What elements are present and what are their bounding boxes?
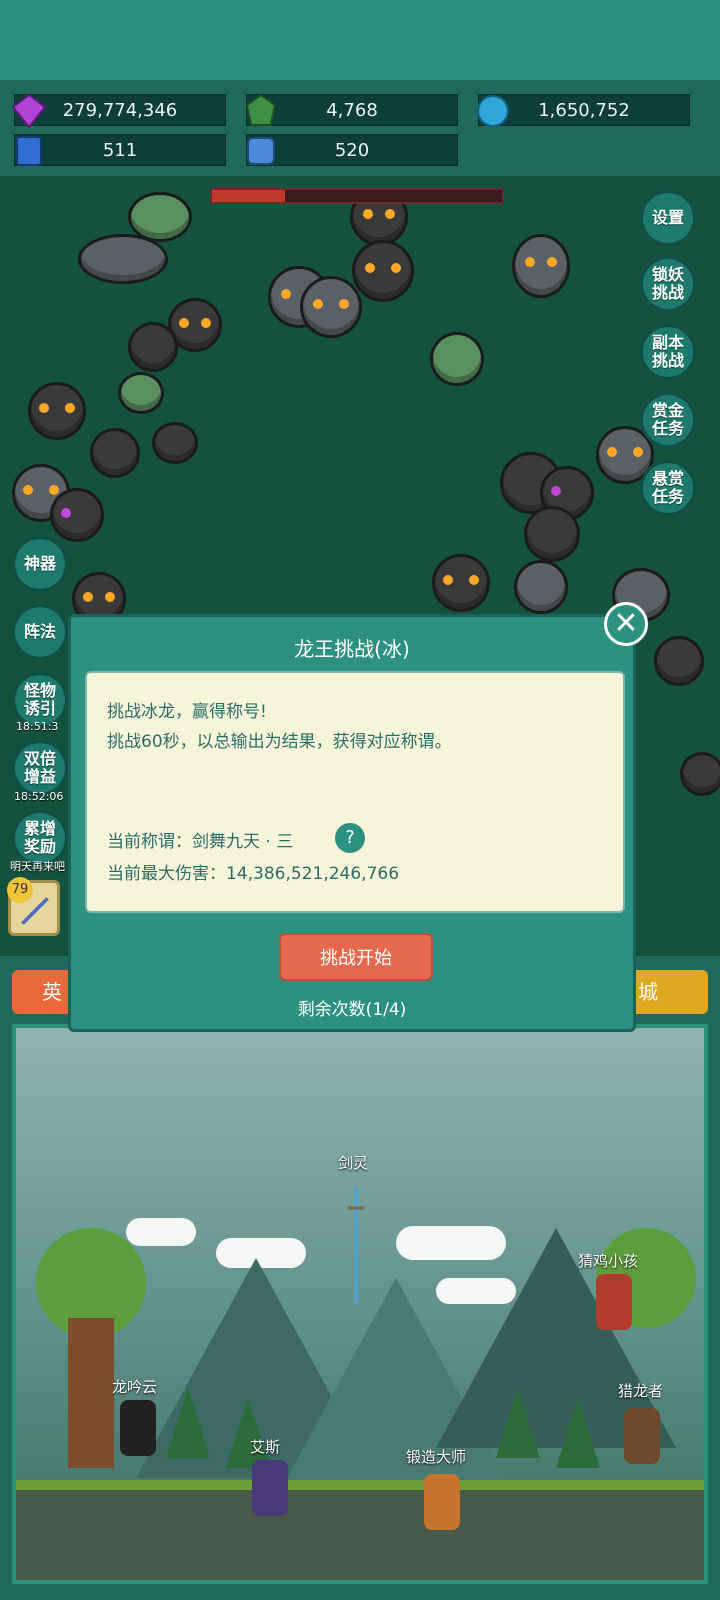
accum-reward-note: 明天再来吧 xyxy=(10,860,65,873)
resource-bar: 279,774,346 4,768 1,650,752 511 520 xyxy=(0,80,720,176)
challenge-description-2: 挑战60秒，以总输出为结果，获得对应称谓。 xyxy=(107,732,452,752)
formation-label: 阵法 xyxy=(23,622,56,641)
forge-master-character[interactable] xyxy=(424,1474,460,1530)
forge-master-name: 锻造大师 xyxy=(406,1448,467,1466)
hero-tab-label: 英 xyxy=(42,980,62,1004)
bounty-task-button[interactable]: 赏金 任务 xyxy=(640,392,696,448)
lock-demon-label: 锁妖 挑战 xyxy=(651,265,684,302)
enemy-sprite xyxy=(90,428,140,478)
purple-gem-value: 279,774,346 xyxy=(62,100,178,121)
enemy-sprite xyxy=(512,234,570,298)
settings-button[interactable]: 设置 xyxy=(640,190,696,246)
pine-tree xyxy=(166,1388,210,1458)
dragon-cloud-character[interactable] xyxy=(120,1400,156,1456)
dragon-hunter-character[interactable] xyxy=(624,1408,660,1464)
pine-tree xyxy=(556,1398,600,1468)
artifact-label: 神器 xyxy=(23,554,56,573)
enemy-sprite xyxy=(524,506,580,562)
enemy-sprite xyxy=(118,372,164,414)
pine-tree xyxy=(496,1388,540,1458)
dragon-cloud-name: 龙吟云 xyxy=(112,1378,158,1396)
pine-tree xyxy=(226,1398,270,1468)
cloud xyxy=(126,1218,196,1246)
rune-stone-icon xyxy=(247,137,275,165)
ais-character[interactable] xyxy=(252,1460,288,1516)
blue-book-icon xyxy=(16,136,42,166)
dialog-content-panel: 挑战冰龙，赢得称号! 挑战60秒，以总输出为结果，获得对应称谓。 当前称谓：剑舞… xyxy=(85,671,625,913)
start-challenge-button[interactable]: 挑战开始 xyxy=(279,933,433,981)
blue-book-value: 511 xyxy=(102,140,138,161)
enemy-sprite xyxy=(300,276,362,338)
enemy-sprite xyxy=(50,488,104,542)
bounty-label: 赏金 任务 xyxy=(651,401,684,438)
purple-gem-icon xyxy=(11,93,47,129)
double-gain-label: 双倍 增益 xyxy=(23,749,56,786)
monster-lure-label: 怪物 诱引 xyxy=(23,681,56,718)
blue-orb-value: 1,650,752 xyxy=(538,100,630,121)
enemy-sprite xyxy=(654,636,704,686)
dungeon-challenge-button[interactable]: 副本 挑战 xyxy=(640,324,696,380)
ground xyxy=(16,1480,704,1580)
equipped-item-slot[interactable]: 79 xyxy=(7,877,60,936)
current-title: 当前称谓：剑舞九天 · 三 xyxy=(107,832,294,852)
close-icon[interactable]: ✕ xyxy=(604,602,648,646)
status-bar xyxy=(0,0,720,80)
boss-hp-bar xyxy=(210,188,504,204)
double-gain-button[interactable]: 双倍 增益 xyxy=(12,740,68,796)
blue-orb-counter: 1,650,752 xyxy=(477,94,690,127)
blue-book-counter: 511 xyxy=(14,134,226,166)
sword-icon xyxy=(21,897,49,925)
settings-label: 设置 xyxy=(651,208,684,227)
reward-task-button[interactable]: 悬赏 任务 xyxy=(640,460,696,516)
double-gain-timer: 18:52:06 xyxy=(14,790,64,803)
enemy-sprite xyxy=(152,422,198,464)
rune-stone-counter: 520 xyxy=(246,134,458,166)
enemy-sprite xyxy=(28,382,86,440)
artifact-button[interactable]: 神器 xyxy=(12,536,68,592)
enemy-sprite xyxy=(514,560,568,614)
challenge-description-1: 挑战冰龙，赢得称号! xyxy=(107,702,267,722)
dialog-title: 龙王挑战(冰) xyxy=(294,637,410,661)
dragon-king-challenge-dialog: 龙王挑战(冰) 挑战冰龙，赢得称号! 挑战60秒，以总输出为结果，获得对应称谓。… xyxy=(68,614,636,1032)
blue-orb-icon xyxy=(477,95,509,127)
big-tree-trunk xyxy=(68,1318,114,1468)
enemy-sprite xyxy=(432,554,490,612)
remaining-attempts: 剩余次数(1/4) xyxy=(297,1000,407,1020)
enemy-sprite xyxy=(78,234,168,284)
enemy-sprite xyxy=(680,752,720,796)
town-scene: 剑灵 猜鸡小孩 龙吟云 猎龙者 艾斯 锻造大师 xyxy=(12,1024,708,1584)
reward-task-label: 悬赏 任务 xyxy=(651,469,684,506)
sword-spirit-icon xyxy=(348,1188,364,1303)
chicken-boy-name: 猜鸡小孩 xyxy=(578,1252,639,1270)
enemy-sprite xyxy=(352,240,414,302)
green-crystal-value: 4,768 xyxy=(326,100,378,121)
help-icon[interactable]: ? xyxy=(335,823,365,853)
dragon-hunter-name: 猎龙者 xyxy=(618,1382,664,1400)
sword-spirit-name: 剑灵 xyxy=(338,1154,369,1172)
enemy-sprite xyxy=(128,322,178,372)
dungeon-label: 副本 挑战 xyxy=(651,333,684,370)
green-crystal-counter: 4,768 xyxy=(245,93,458,126)
max-damage: 当前最大伤害：14,386,521,246,766 xyxy=(107,864,400,884)
accum-reward-label: 累增 奖励 xyxy=(23,819,56,856)
green-crystal-icon xyxy=(245,93,277,126)
formation-button[interactable]: 阵法 xyxy=(12,604,68,660)
chicken-boy-character[interactable] xyxy=(596,1274,632,1330)
monster-lure-timer: 18:51:3 xyxy=(16,720,59,733)
enemy-sprite xyxy=(430,332,484,386)
purple-gem-counter: 279,774,346 xyxy=(11,93,226,129)
shop-tab-label: 城 xyxy=(638,980,658,1004)
rune-stone-value: 520 xyxy=(334,140,370,161)
lock-demon-challenge-button[interactable]: 锁妖 挑战 xyxy=(640,256,696,312)
ais-name: 艾斯 xyxy=(250,1438,281,1456)
